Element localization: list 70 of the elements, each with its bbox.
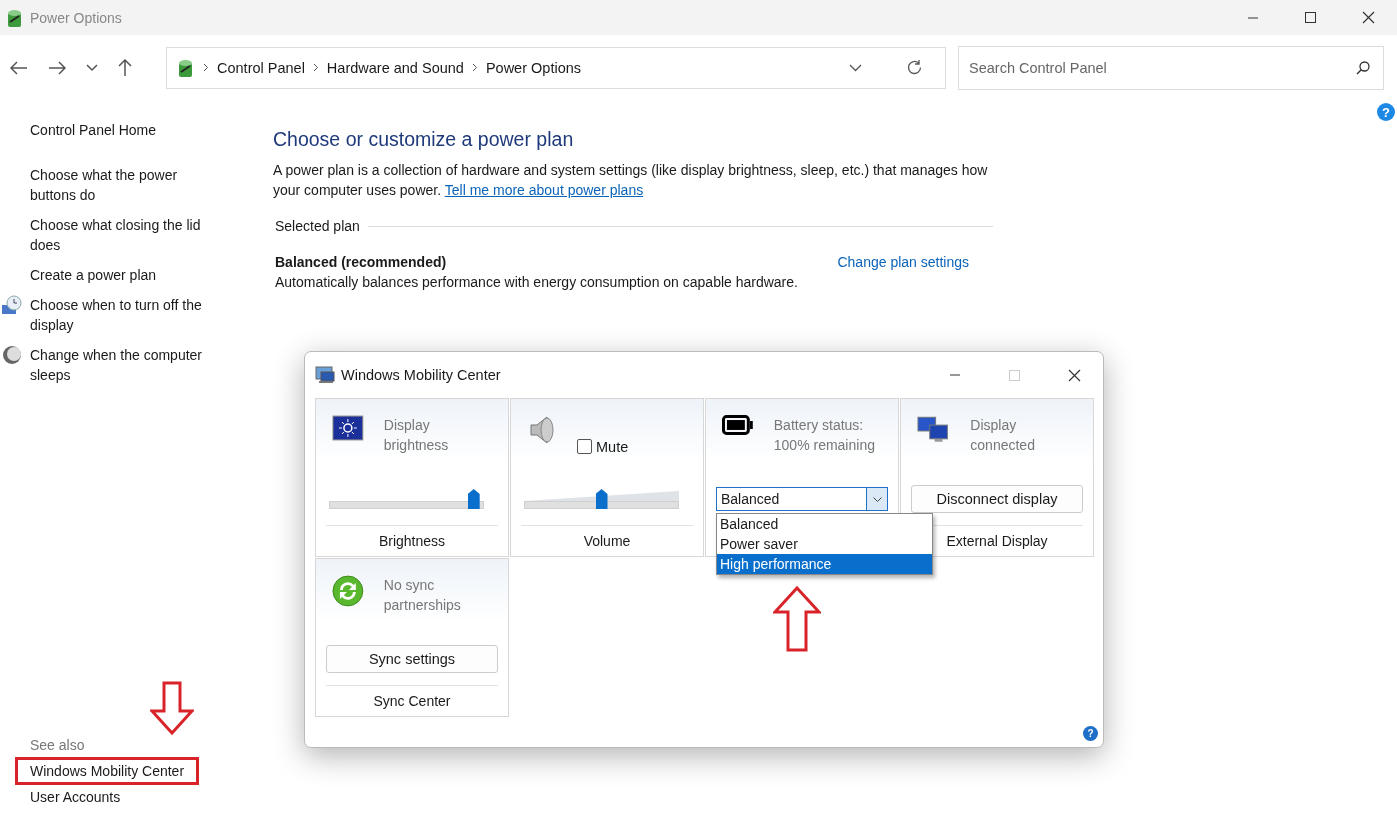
up-arrow-icon[interactable] [118, 58, 132, 77]
plan-description: Automatically balances performance with energy consumption on capable hardware. [274, 274, 799, 290]
clock-icon [2, 295, 22, 315]
change-plan-link[interactable]: Change plan settings [837, 254, 969, 270]
address-bar[interactable]: Control Panel Hardware and Sound Power Options [166, 46, 946, 89]
monitors-icon [917, 415, 951, 445]
caret-icon [872, 496, 882, 502]
sidebar-link[interactable]: Control Panel Home [30, 120, 215, 140]
chevron-down-icon[interactable] [86, 63, 98, 72]
brightness-slider[interactable] [326, 487, 487, 511]
chevron-right-icon [312, 63, 319, 72]
see-also-heading: See also [30, 737, 86, 753]
chevron-right-icon [203, 63, 209, 72]
refresh-icon[interactable] [906, 59, 923, 76]
sidebar-link[interactable]: Choose when to turn off the display [30, 295, 215, 335]
sidebar-link[interactable]: Choose what the power buttons do [30, 165, 215, 205]
close-icon[interactable] [1068, 368, 1081, 382]
plan-name: Balanced (recommended) [275, 254, 447, 270]
help-button[interactable]: ? [1377, 103, 1395, 121]
help-link[interactable]: Tell me more about power plans [444, 182, 644, 198]
window-title: Windows Mobility Center [341, 367, 502, 383]
tile-title: Volume [583, 533, 631, 549]
sidebar-link[interactable]: Create a power plan [30, 265, 215, 285]
dropdown-option[interactable]: Power saver [717, 534, 932, 554]
sync-icon [332, 575, 364, 607]
volume-slider[interactable] [521, 487, 682, 511]
page-heading: Choose or customize a power plan [273, 128, 575, 151]
breadcrumb[interactable]: Control Panel [217, 59, 305, 76]
description-text: A power plan is a collection of hardware and system settings (like display brightness, sleep, etc.) that manages how your computer uses power. Tell me more about power plans [273, 161, 989, 200]
chevron-down-icon[interactable] [849, 63, 862, 72]
sidebar-link[interactable]: User Accounts [30, 789, 121, 805]
maximize-icon[interactable] [1305, 12, 1316, 23]
brightness-icon [332, 415, 364, 441]
forward-arrow-icon[interactable] [48, 60, 66, 75]
window-title: Power Options [30, 9, 123, 26]
chevron-right-icon [471, 63, 478, 72]
power-options-icon [177, 57, 195, 78]
close-icon[interactable] [1362, 11, 1375, 24]
up-arrow-icon [773, 586, 821, 652]
power-plan-dropdown[interactable]: Balanced [716, 487, 888, 511]
power-options-icon [6, 7, 24, 28]
dropdown-option[interactable]: High performance [717, 554, 932, 574]
section-label: Selected plan [275, 218, 360, 234]
mute-checkbox[interactable]: Mute [577, 419, 629, 474]
tile-label: Display connected [970, 416, 1036, 455]
breadcrumb[interactable]: Power Options [485, 59, 581, 76]
down-arrow-icon [150, 681, 194, 735]
tile-title: External Display [946, 533, 1048, 549]
help-button[interactable]: ? [1083, 726, 1098, 741]
tile-title: Brightness [378, 533, 446, 549]
tile-title: Sync Center [373, 693, 451, 709]
mobility-center-icon [315, 366, 335, 384]
tile-button[interactable]: Disconnect display [911, 485, 1083, 513]
slider-thumb[interactable] [467, 489, 480, 509]
speaker-icon [527, 415, 557, 445]
dropdown-option[interactable]: Balanced [717, 514, 932, 534]
back-arrow-icon[interactable] [10, 60, 28, 75]
breadcrumb[interactable]: Hardware and Sound [326, 59, 464, 76]
moon-icon [2, 345, 22, 365]
sidebar-link[interactable]: Windows Mobility Center [18, 760, 197, 782]
tile-label: Display brightness [383, 416, 450, 455]
battery-icon [722, 415, 754, 435]
tile-label: No sync partnerships [383, 576, 462, 615]
slider-thumb[interactable] [595, 489, 608, 509]
search-icon [1356, 60, 1370, 75]
search-field[interactable]: Search Control Panel [958, 45, 1384, 90]
tile-label: Battery status: 100% remaining [773, 416, 876, 455]
sidebar-link[interactable]: Change when the computer sleeps [30, 345, 215, 385]
tile-button[interactable]: Sync settings [326, 645, 498, 673]
sidebar-link[interactable]: Choose what closing the lid does [30, 215, 215, 255]
